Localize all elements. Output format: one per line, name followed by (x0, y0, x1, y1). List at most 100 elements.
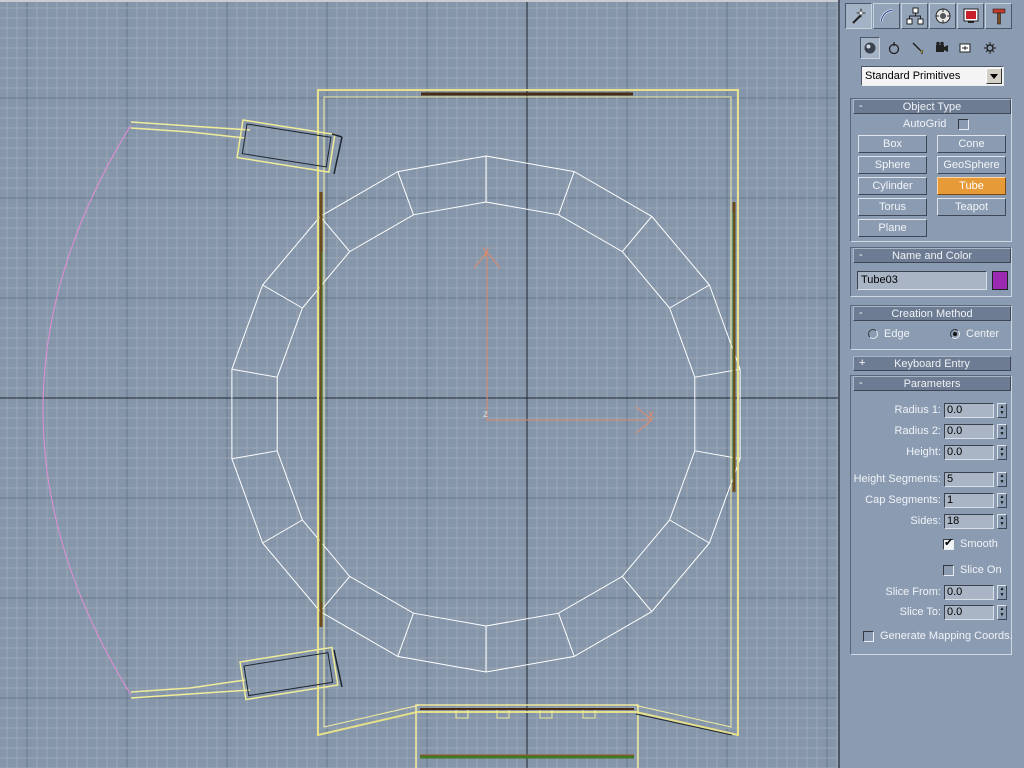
rollout-toggle-sign: + (859, 357, 866, 369)
height-segments-spinner[interactable]: ▲ ▼ (997, 472, 1007, 487)
slice-on-checkbox[interactable] (943, 565, 954, 576)
slice-from-field[interactable]: 0.0 (944, 585, 994, 600)
subtab-space-warps[interactable] (980, 37, 1000, 59)
edge-radio[interactable] (868, 329, 878, 339)
viewport-grid (0, 2, 838, 768)
tab-motion[interactable] (929, 3, 956, 29)
slice-on-label: Slice On (960, 564, 1002, 576)
tab-utilities[interactable] (985, 3, 1012, 29)
subtab-geometry[interactable] (860, 37, 880, 59)
slice-to-spinner[interactable]: ▲ ▼ (997, 605, 1007, 620)
tube-side-edge (397, 613, 414, 657)
parameters-header[interactable]: - Parameters (853, 376, 1011, 391)
mapping-coords-label: Generate Mapping Coords. (880, 630, 1013, 642)
utilities-icon (992, 8, 1005, 25)
tab-hierarchy[interactable] (901, 3, 928, 29)
cylinder-button[interactable]: Cylinder (858, 177, 927, 195)
autogrid-checkbox[interactable] (958, 119, 969, 130)
smooth-label: Smooth (960, 538, 998, 550)
height-segments-field[interactable]: 5 (944, 472, 994, 487)
viewport-canvas[interactable]: y x z (0, 2, 838, 768)
center-radio[interactable] (950, 329, 960, 339)
tube-side-edge (669, 519, 710, 544)
radius2-spinner[interactable]: ▲ ▼ (997, 424, 1007, 439)
height-label: Height: (906, 446, 941, 458)
object-name-field[interactable]: Tube03 (857, 271, 987, 290)
shapes-icon (888, 42, 900, 55)
smooth-checkbox[interactable]: ✔ (943, 537, 954, 550)
radius1-label: Radius 1: (894, 404, 941, 416)
cap-segments-field[interactable]: 1 (944, 493, 994, 508)
category-dropdown-value: Standard Primitives (865, 70, 961, 82)
sphere-button[interactable]: Sphere (858, 156, 927, 174)
tube-side-edge (262, 519, 303, 544)
torus-button[interactable]: Torus (858, 198, 927, 216)
create-icon (851, 8, 866, 24)
center-label: Center (966, 328, 1000, 340)
tube-side-edge (231, 368, 278, 378)
gizmo-z-label: z (483, 409, 488, 420)
tab-modify[interactable] (873, 3, 900, 29)
autogrid-label: AutoGrid (903, 118, 947, 130)
tube-side-edge (558, 613, 575, 657)
radius2-field[interactable]: 0.0 (944, 424, 994, 439)
name-and-color-title: Name and Color (891, 249, 973, 262)
subtab-helpers[interactable] (956, 37, 976, 59)
tube-side-edge (319, 576, 351, 612)
height-field[interactable]: 0.0 (944, 445, 994, 460)
sides-field[interactable]: 18 (944, 514, 994, 529)
sides-label: Sides: (910, 515, 941, 527)
cameras-icon (936, 41, 948, 52)
create-category-tabs (860, 37, 1000, 59)
tube-button[interactable]: Tube (937, 177, 1006, 195)
name-and-color-header[interactable]: - Name and Color (853, 248, 1011, 263)
mapping-coords-checkbox[interactable] (863, 631, 874, 642)
subtab-shapes[interactable] (884, 37, 904, 59)
radius1-field[interactable]: 0.0 (944, 403, 994, 418)
chevron-down-icon[interactable] (986, 68, 1002, 84)
height-segments-label: Height Segments: (853, 473, 941, 485)
keyboard-entry-title: Keyboard Entry (894, 357, 970, 370)
display-icon (963, 8, 978, 23)
category-dropdown[interactable]: Standard Primitives (861, 66, 1004, 86)
radius2-label: Radius 2: (894, 425, 941, 437)
slice-from-label: Slice From: (885, 586, 941, 598)
gizmo-x-label: x (648, 407, 654, 421)
keyboard-entry-header[interactable]: + Keyboard Entry (853, 356, 1011, 371)
lights-icon (912, 42, 924, 55)
tab-display[interactable] (957, 3, 984, 29)
cap-segments-spinner[interactable]: ▲ ▼ (997, 493, 1007, 508)
creation-method-header[interactable]: - Creation Method (853, 306, 1011, 321)
box-button[interactable]: Box (858, 135, 927, 153)
tab-create[interactable] (845, 3, 872, 29)
rollout-toggle-sign: - (859, 249, 863, 261)
slice-to-field[interactable]: 0.0 (944, 605, 994, 620)
geometry-icon (864, 42, 876, 54)
edge-label: Edge (884, 328, 910, 340)
gizmo-y-label: y (483, 243, 489, 257)
rollout-toggle-sign: - (859, 307, 863, 319)
plane-button[interactable]: Plane (858, 219, 927, 237)
geosphere-button[interactable]: GeoSphere (937, 156, 1006, 174)
sides-spinner[interactable]: ▲ ▼ (997, 514, 1007, 529)
object-color-swatch[interactable] (992, 271, 1008, 290)
command-panel-tabs (845, 3, 1012, 29)
teapot-button[interactable]: Teapot (937, 198, 1006, 216)
height-spinner[interactable]: ▲ ▼ (997, 445, 1007, 460)
cap-segments-label: Cap Segments: (865, 494, 941, 506)
subtab-lights[interactable] (908, 37, 928, 59)
subtab-cameras[interactable] (932, 37, 952, 59)
checkmark-icon: ✔ (944, 537, 954, 549)
radius1-spinner[interactable]: ▲ ▼ (997, 403, 1007, 418)
creation-method-title: Creation Method (891, 307, 973, 320)
cone-button[interactable]: Cone (937, 135, 1006, 153)
object-type-header[interactable]: - Object Type (853, 99, 1011, 114)
modify-icon (879, 8, 893, 23)
slice-to-label: Slice To: (899, 606, 941, 618)
slice-from-spinner[interactable]: ▲ ▼ (997, 585, 1007, 600)
hierarchy-icon (906, 7, 923, 25)
motion-icon (935, 8, 950, 24)
helpers-icon (959, 43, 971, 53)
object-type-title: Object Type (902, 100, 962, 113)
top-viewport[interactable]: y x z (0, 0, 838, 768)
